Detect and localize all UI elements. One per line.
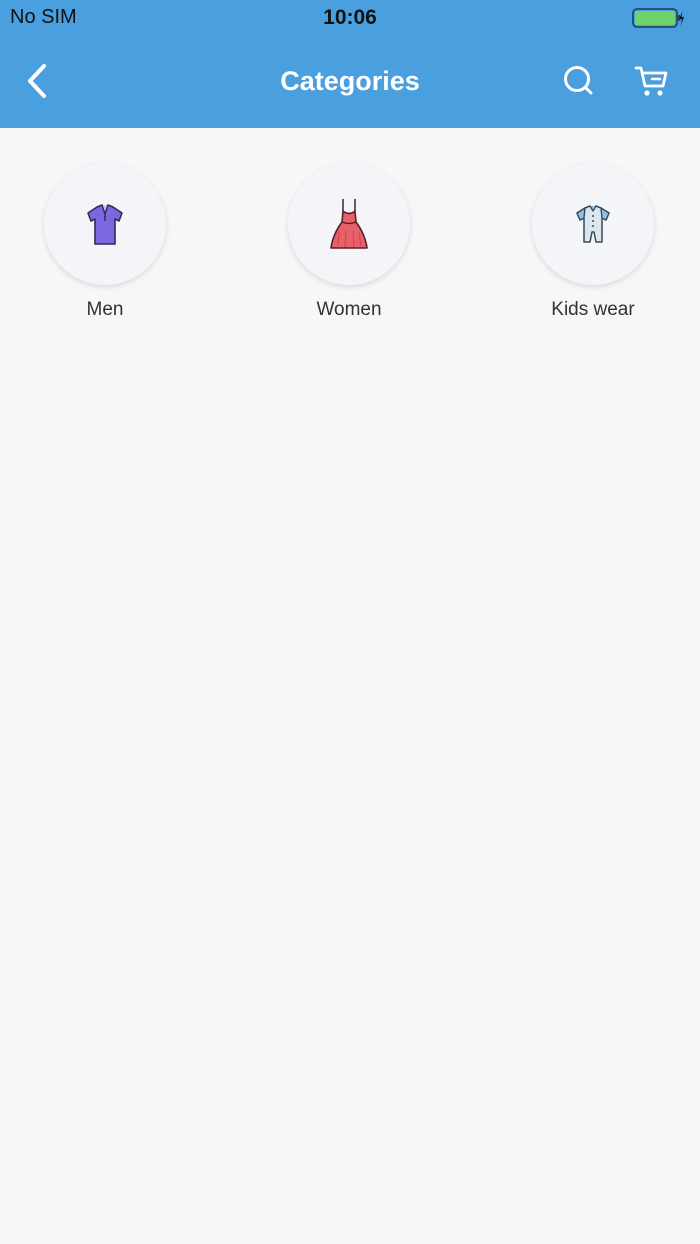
search-button[interactable] bbox=[558, 60, 600, 102]
cart-button[interactable] bbox=[630, 60, 672, 102]
category-men[interactable]: Men bbox=[15, 160, 195, 321]
category-women[interactable]: Women bbox=[259, 160, 439, 321]
category-label: Men bbox=[86, 299, 124, 320]
battery-icon bbox=[632, 8, 684, 28]
category-icon-circle bbox=[44, 163, 166, 285]
category-icon-circle bbox=[288, 163, 410, 285]
nav-bar: Categories bbox=[0, 36, 700, 128]
category-kids-wear[interactable]: Kids wear bbox=[503, 160, 683, 321]
header: No SIM 10:06 Categories bbox=[0, 0, 700, 128]
category-icon-circle bbox=[532, 163, 654, 285]
cart-icon bbox=[634, 66, 668, 96]
status-bar: No SIM 10:06 bbox=[0, 0, 700, 36]
status-time: 10:06 bbox=[323, 6, 377, 29]
chevron-left-icon bbox=[28, 64, 46, 98]
romper-icon bbox=[576, 205, 610, 243]
category-label: Kids wear bbox=[551, 299, 635, 320]
dress-icon bbox=[330, 199, 368, 249]
search-icon bbox=[564, 66, 593, 95]
back-button[interactable] bbox=[18, 58, 58, 104]
polo-shirt-icon bbox=[87, 204, 123, 245]
category-label: Women bbox=[316, 299, 382, 320]
